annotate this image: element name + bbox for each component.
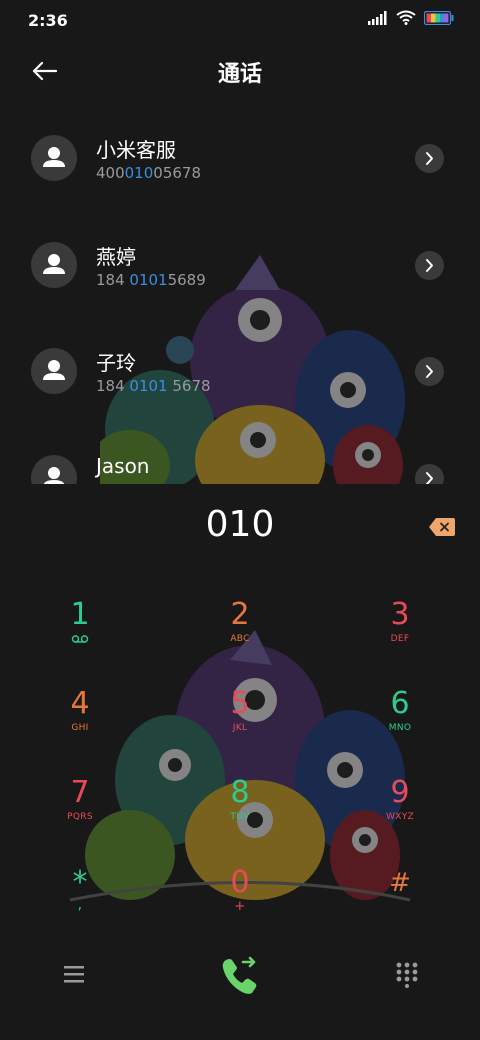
backspace-button[interactable] [428, 517, 456, 537]
contact-row[interactable]: Jason [0, 430, 480, 484]
key-letters: , [77, 897, 83, 913]
key-digit: 6 [390, 686, 410, 721]
phone-icon [222, 956, 257, 994]
contact-name: 小米客服 [96, 138, 176, 162]
contact-name: Jason [96, 454, 150, 478]
key-digit: 1 [70, 597, 90, 632]
battery-icon [424, 10, 454, 25]
contact-row[interactable]: 燕婷 184 01015689 [0, 217, 480, 317]
key-3[interactable]: 3 DEF [350, 598, 450, 678]
person-icon [43, 467, 65, 484]
person-icon [43, 360, 65, 380]
key-hash[interactable]: # [350, 866, 450, 946]
key-digit: 9 [390, 775, 410, 810]
status-icons [368, 10, 454, 25]
menu-button[interactable] [60, 962, 88, 986]
key-digit: # [389, 868, 411, 898]
key-letters: PQRS [67, 812, 93, 822]
key-digit: 4 [70, 686, 90, 721]
key-2[interactable]: 2 ABC [190, 598, 290, 678]
key-digit: 5 [230, 686, 250, 721]
key-letters: DEF [390, 634, 410, 644]
key-8[interactable]: 8 TUV [190, 776, 290, 856]
key-digit: 8 [230, 775, 250, 810]
key-9[interactable]: 9 WXYZ [350, 776, 450, 856]
keypad-toggle-button[interactable] [394, 960, 420, 988]
signal-icon [368, 10, 387, 25]
key-4[interactable]: 4 GHI [30, 687, 130, 767]
key-star[interactable]: * , [30, 866, 130, 946]
key-7[interactable]: 7 PQRS [30, 776, 130, 856]
menu-icon [64, 966, 84, 983]
key-letters: TUV [230, 812, 250, 822]
key-0[interactable]: 0 + [190, 866, 290, 946]
bottom-action-bar [0, 940, 480, 1010]
chevron-right-icon [426, 365, 433, 378]
status-time: 2:36 [28, 11, 68, 30]
chevron-right-icon [426, 472, 433, 484]
key-letters: GHI [71, 723, 89, 733]
wifi-icon [396, 10, 416, 25]
key-digit: * [72, 865, 88, 900]
avatar [31, 348, 77, 394]
contact-number: 184 0101 5678 [96, 377, 211, 395]
page-title: 通话 [217, 62, 262, 87]
call-button[interactable] [216, 952, 264, 1000]
chevron-right-icon [426, 259, 433, 272]
avatar [31, 135, 77, 181]
person-icon [43, 254, 65, 274]
contact-list: 小米客服 40001005678 燕婷 184 01015689 子玲 184 … [0, 110, 480, 484]
key-5[interactable]: 5 JKL [190, 687, 290, 767]
status-bar: 2:36 [0, 0, 480, 42]
key-letters: + [234, 899, 246, 914]
app-header: 通话 [0, 42, 480, 98]
voicemail-icon [71, 635, 89, 643]
contact-detail-button[interactable] [415, 144, 444, 173]
avatar [31, 242, 77, 288]
contact-detail-button[interactable] [415, 251, 444, 280]
key-digit: 3 [390, 597, 410, 632]
avatar [31, 455, 77, 484]
key-1[interactable]: 1 [30, 598, 130, 678]
contact-name: 燕婷 [96, 245, 136, 269]
contact-detail-button[interactable] [415, 464, 444, 484]
dialed-number: 010 [205, 504, 275, 545]
contact-detail-button[interactable] [415, 357, 444, 386]
key-6[interactable]: 6 MNO [350, 687, 450, 767]
key-letters: WXYZ [386, 812, 414, 822]
contact-name: 子玲 [96, 351, 136, 375]
key-digit: 7 [70, 775, 90, 810]
person-icon [43, 147, 65, 167]
key-letters: ABC [230, 634, 250, 644]
key-letters: MNO [388, 723, 412, 733]
chevron-right-icon [426, 152, 433, 165]
keypad-icon [396, 962, 418, 988]
contact-number: 40001005678 [96, 164, 201, 182]
key-letters: JKL [232, 723, 248, 733]
contact-row[interactable]: 子玲 184 0101 5678 [0, 323, 480, 423]
key-digit: 2 [230, 597, 250, 632]
contact-number: 184 01015689 [96, 271, 206, 289]
contact-row[interactable]: 小米客服 40001005678 [0, 110, 480, 210]
key-digit: 0 [230, 865, 250, 900]
backspace-icon [429, 518, 455, 536]
